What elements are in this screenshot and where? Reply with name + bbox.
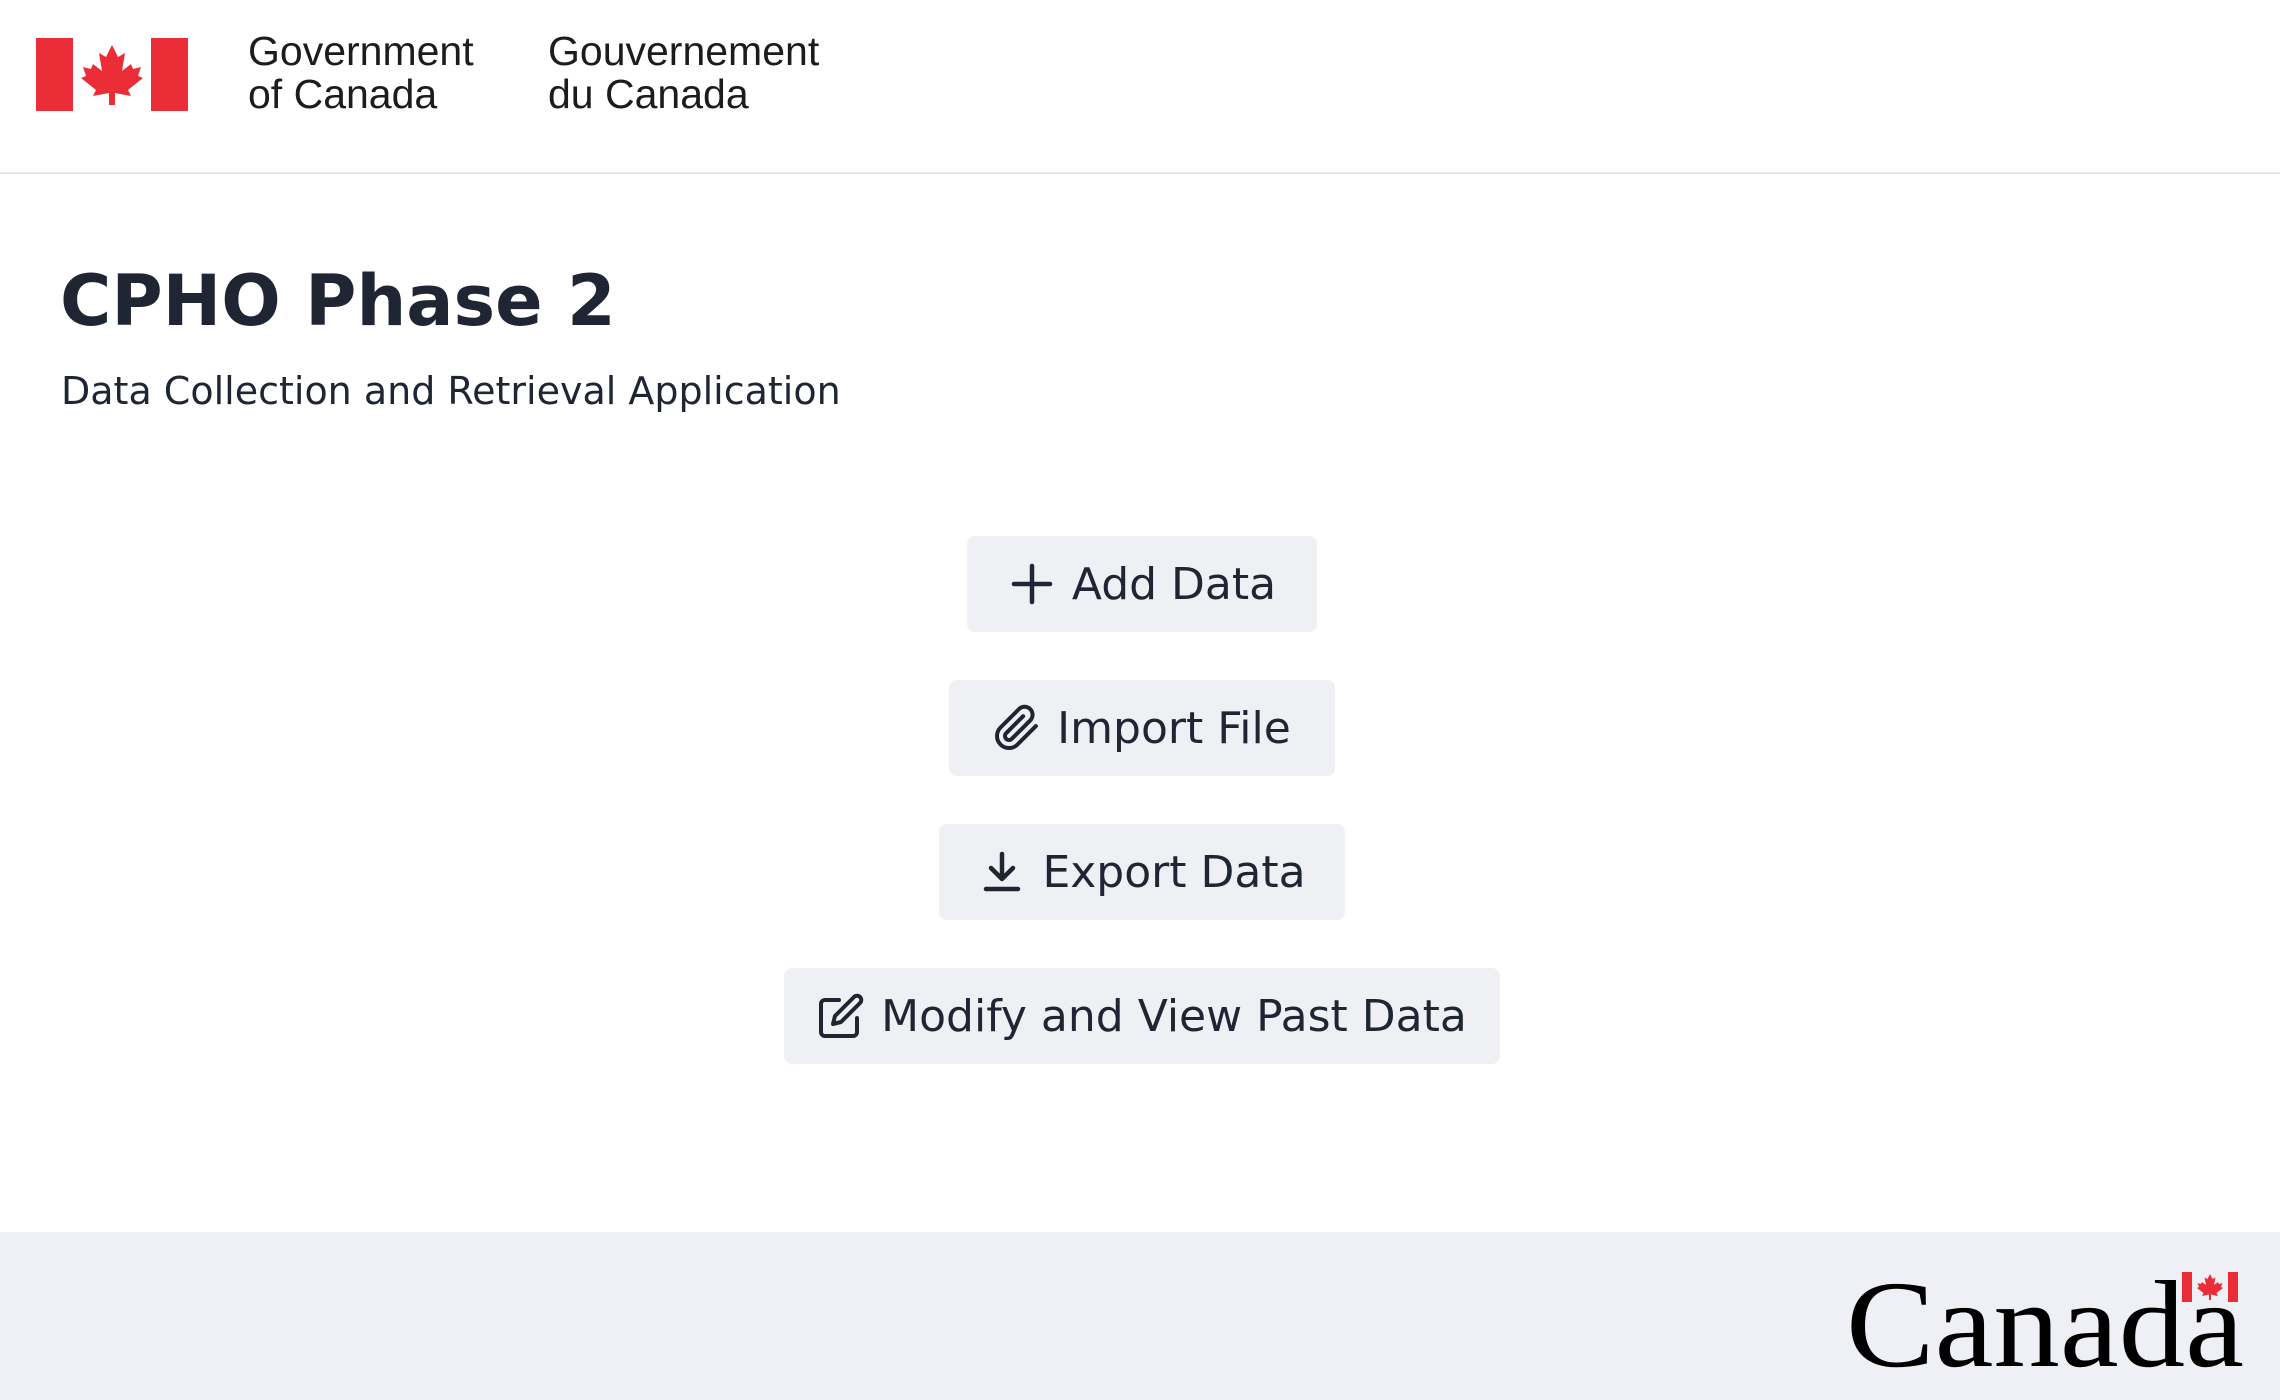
plus-icon bbox=[1008, 560, 1056, 608]
canada-wordmark-logo: Canada bbox=[1846, 1268, 2244, 1372]
paperclip-icon bbox=[993, 704, 1041, 752]
gouvernement-du-canada-label[interactable]: Gouvernement du Canada bbox=[548, 30, 819, 116]
export-data-button[interactable]: Export Data bbox=[939, 824, 1345, 920]
government-en-line2: of Canada bbox=[248, 71, 438, 117]
export-data-label: Export Data bbox=[1042, 846, 1306, 898]
government-fr-line1: Gouvernement bbox=[548, 28, 820, 74]
page-subtitle: Data Collection and Retrieval Applicatio… bbox=[61, 369, 841, 413]
edit-icon bbox=[817, 992, 865, 1040]
add-data-label: Add Data bbox=[1071, 558, 1277, 610]
modify-view-past-data-button[interactable]: Modify and View Past Data bbox=[784, 968, 1500, 1064]
import-file-label: Import File bbox=[1057, 702, 1291, 754]
government-fr-line2: du Canada bbox=[548, 71, 749, 117]
modify-view-past-data-label: Modify and View Past Data bbox=[881, 990, 1467, 1042]
government-en-line1: Government bbox=[248, 28, 474, 74]
download-icon bbox=[978, 848, 1026, 896]
page-title: CPHO Phase 2 bbox=[60, 260, 616, 342]
site-header: Government of Canada Gouvernement du Can… bbox=[0, 0, 2280, 174]
import-file-button[interactable]: Import File bbox=[949, 680, 1335, 776]
canada-flag-icon bbox=[36, 38, 188, 111]
wordmark-flag-icon bbox=[2182, 1272, 2238, 1302]
government-of-canada-label[interactable]: Government of Canada bbox=[248, 30, 474, 116]
add-data-button[interactable]: Add Data bbox=[967, 536, 1317, 632]
